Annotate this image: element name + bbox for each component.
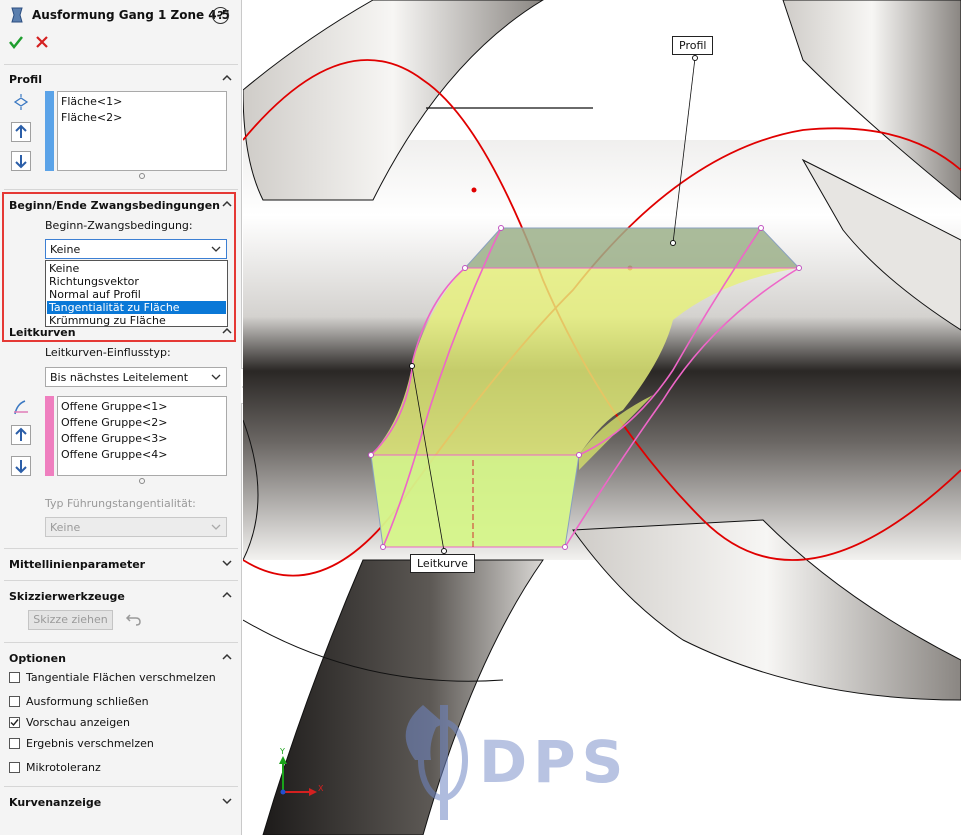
dropdown-option[interactable]: Keine (48, 262, 225, 275)
callout-guide-curve[interactable]: Leitkurve (410, 554, 475, 573)
section-title: Skizzierwerkzeuge (9, 590, 125, 603)
section-sketch-tools-header[interactable]: Skizzierwerkzeuge (0, 587, 242, 607)
list-item[interactable]: Offene Gruppe<1> (61, 400, 167, 413)
resize-handle[interactable] (138, 477, 146, 485)
axis-label-x: X (318, 784, 324, 793)
leader-anchor (441, 548, 447, 554)
guide-influence-label: Leitkurven-Einflusstyp: (45, 346, 171, 359)
divider (4, 580, 238, 581)
leader-anchor (409, 363, 415, 369)
ok-button[interactable] (8, 34, 24, 50)
list-item[interactable]: Fläche<1> (61, 95, 122, 108)
guide-tangency-select[interactable]: Keine (45, 517, 227, 537)
arrow-up-icon (15, 427, 27, 441)
arrow-down-icon (15, 155, 27, 169)
divider (4, 548, 238, 549)
selected-value: Bis nächstes Leitelement (50, 371, 189, 384)
chevron-down-icon (211, 524, 221, 530)
section-profil-header[interactable]: Profil (0, 70, 242, 90)
feature-title: Ausformung Gang 1 Zone 4-5 (32, 8, 230, 22)
undo-icon[interactable] (125, 611, 143, 627)
dropdown-option[interactable]: Normal auf Profil (48, 288, 225, 301)
selected-value: Keine (50, 521, 81, 534)
arrow-down-icon (15, 460, 27, 474)
checkbox-label: Ausformung schließen (26, 695, 149, 708)
guide-curve-list[interactable]: Offene Gruppe<1> Offene Gruppe<2> Offene… (57, 396, 227, 476)
divider (4, 189, 238, 190)
loft-bottom-face (370, 454, 580, 548)
list-item[interactable]: Offene Gruppe<4> (61, 448, 167, 461)
axis-label-y: Y (279, 747, 285, 756)
drag-sketch-button[interactable]: Skizze ziehen (28, 610, 113, 630)
section-curve-display-header[interactable]: Kurvenanzeige (0, 793, 242, 813)
chevron-down-icon (222, 798, 232, 805)
checkbox-label: Mikrotoleranz (26, 761, 101, 774)
watermark-text: DPS (479, 728, 629, 796)
leader-anchor (670, 240, 676, 246)
arrow-up-icon (15, 124, 27, 138)
move-down-button[interactable] (11, 456, 31, 476)
section-title: Profil (9, 73, 42, 86)
move-down-button[interactable] (11, 151, 31, 171)
cancel-button[interactable] (35, 35, 49, 49)
checkbox-micro-tolerance[interactable] (9, 762, 20, 773)
section-title: Kurvenanzeige (9, 796, 102, 809)
help-icon[interactable]: ? (212, 7, 229, 24)
checkbox-label: Tangentiale Flächen verschmelzen (26, 671, 216, 684)
list-item[interactable]: Offene Gruppe<2> (61, 416, 167, 429)
chevron-up-icon (222, 74, 232, 81)
chevron-down-icon (211, 374, 221, 380)
section-options-header[interactable]: Optionen (0, 649, 242, 669)
section-title: Optionen (9, 652, 66, 665)
resize-handle[interactable] (138, 172, 146, 180)
guide-color-bar (45, 396, 54, 476)
guide-influence-select[interactable]: Bis nächstes Leitelement (45, 367, 227, 387)
loft-top-face (463, 227, 801, 269)
profile-selection-icon (13, 94, 29, 110)
divider (4, 64, 238, 65)
checkbox-merge-tangent-faces[interactable] (9, 672, 20, 683)
dropdown-option[interactable]: Richtungsvektor (48, 275, 225, 288)
chevron-up-icon (222, 591, 232, 598)
constraint-dropdown-list: Keine Richtungsvektor Normal auf Profil … (45, 260, 228, 327)
checkbox-show-preview[interactable] (9, 717, 20, 728)
guide-curve-icon (14, 400, 28, 415)
divider (4, 642, 238, 643)
graphics-viewport[interactable]: DPS Y X Profil Leitkurve (243, 0, 961, 835)
loft-feature-icon (11, 7, 23, 23)
dropdown-option-highlighted[interactable]: Tangentialität zu Fläche (47, 301, 226, 314)
chevron-up-icon (222, 653, 232, 660)
checkbox-merge-result[interactable] (9, 738, 20, 749)
callout-profile[interactable]: Profil (672, 36, 714, 55)
model-view[interactable]: DPS Y X (243, 0, 961, 835)
checkbox-label: Ergebnis verschmelzen (26, 737, 154, 750)
chevron-down-icon (222, 560, 232, 567)
curve-point (471, 187, 477, 193)
list-item[interactable]: Offene Gruppe<3> (61, 432, 167, 445)
profile-color-bar (45, 91, 54, 171)
profile-list[interactable]: Fläche<1> Fläche<2> (57, 91, 227, 171)
dropdown-option[interactable]: Krümmung zu Fläche (48, 314, 225, 327)
property-manager: Ausformung Gang 1 Zone 4-5 ? Profil Fläc… (0, 0, 249, 835)
section-title: Mittellinienparameter (9, 558, 146, 571)
move-up-button[interactable] (11, 122, 31, 142)
divider (4, 786, 238, 787)
checkbox-label: Vorschau anzeigen (26, 716, 130, 729)
checkmark-icon (10, 719, 19, 727)
leader-anchor (692, 55, 698, 61)
list-item[interactable]: Fläche<2> (61, 111, 122, 124)
guide-tangency-label: Typ Führungstangentialität: (45, 497, 196, 510)
section-centerline-header[interactable]: Mittellinienparameter (0, 555, 242, 575)
move-up-button[interactable] (11, 425, 31, 445)
checkbox-close-loft[interactable] (9, 696, 20, 707)
